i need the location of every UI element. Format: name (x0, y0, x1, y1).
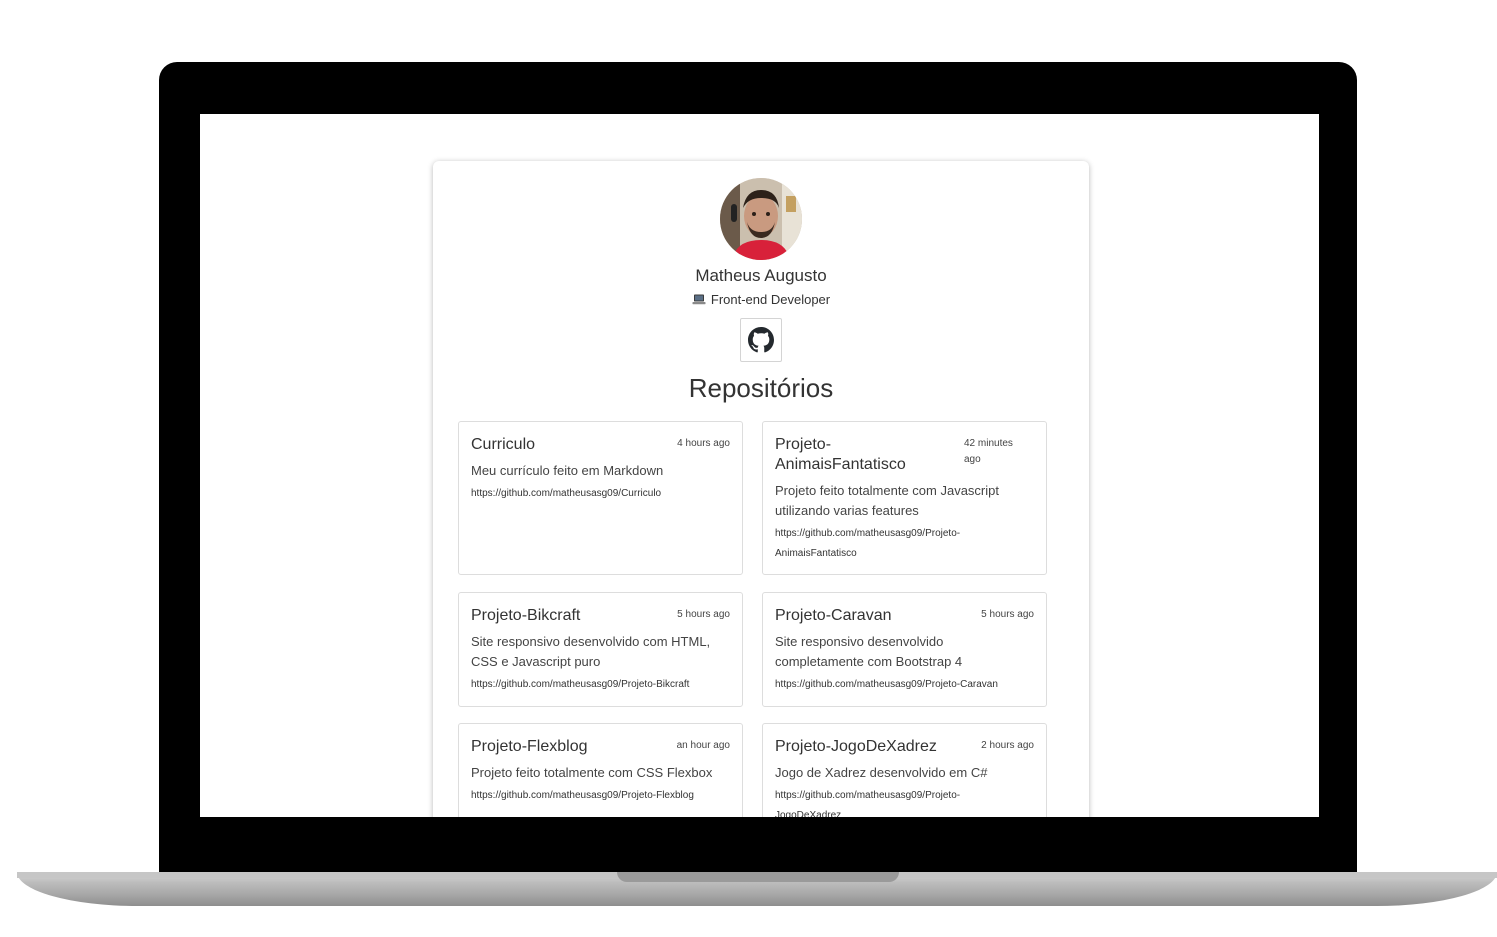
repo-description: Site responsivo desenvolvido completamen… (775, 634, 963, 669)
repo-card[interactable]: Projeto-Bikcraft 5 hours ago Site respon… (458, 592, 743, 707)
repo-updated-time: 42 minutes ago (964, 438, 1013, 465)
repo-title: Projeto-Caravan (775, 607, 892, 624)
repo-url[interactable]: https://github.com/matheusasg09/Projeto-… (775, 786, 975, 817)
laptop-mockup: Matheus Augusto Front-end Developer Repo… (0, 0, 1497, 937)
repo-updated-time: 5 hours ago (981, 609, 1034, 620)
repo-url[interactable]: https://github.com/matheusasg09/Curricul… (471, 484, 730, 504)
profile-role-text: Front-end Developer (710, 292, 831, 307)
repo-url[interactable]: https://github.com/matheusasg09/Projeto-… (471, 675, 730, 695)
repo-updated-time: 5 hours ago (677, 609, 730, 620)
github-profile-button[interactable] (740, 318, 782, 362)
repo-card[interactable]: Projeto-Caravan 5 hours ago Site respons… (762, 592, 1047, 707)
repo-description: Jogo de Xadrez desenvolvido em C# (775, 765, 988, 780)
repo-title: Projeto-AnimaisFantatisco (775, 436, 906, 473)
github-icon (748, 327, 774, 353)
repo-updated-time: 2 hours ago (981, 740, 1034, 751)
repo-card[interactable]: Projeto-Flexblog an hour ago Projeto fei… (458, 723, 743, 817)
repo-updated-time: an hour ago (676, 740, 730, 751)
repo-title: Projeto-Bikcraft (471, 607, 581, 624)
repos-section-title: Repositórios (688, 373, 834, 403)
repo-card[interactable]: Projeto-JogoDeXadrez 2 hours ago Jogo de… (762, 723, 1047, 817)
profile-role: Front-end Developer (433, 292, 1089, 307)
repo-description: Projeto feito totalmente com CSS Flexbox (471, 765, 713, 780)
repo-title: Projeto-Flexblog (471, 738, 588, 755)
profile-name: Matheus Augusto (695, 266, 827, 285)
repo-description: Meu currículo feito em Markdown (471, 463, 664, 478)
repo-card[interactable]: Projeto-AnimaisFantatisco 42 minutes ago… (762, 421, 1047, 575)
repo-url[interactable]: https://github.com/matheusasg09/Projeto-… (471, 786, 730, 806)
repo-description: Projeto feito totalmente com Javascript … (775, 483, 999, 518)
repo-url[interactable]: https://github.com/matheusasg09/Projeto-… (775, 675, 1034, 695)
laptop-icon (692, 293, 706, 305)
repo-url[interactable]: https://github.com/matheusasg09/Projeto-… (775, 524, 975, 564)
repo-description: Site responsivo desenvolvido com HTML, C… (471, 634, 711, 669)
avatar (720, 178, 802, 260)
repo-card[interactable]: Curriculo 4 hours ago Meu currículo feit… (458, 421, 743, 575)
laptop-notch (617, 872, 899, 882)
repo-title: Curriculo (471, 436, 536, 453)
laptop-screen: Matheus Augusto Front-end Developer Repo… (200, 114, 1319, 817)
repo-updated-time: 4 hours ago (677, 438, 730, 449)
repo-title: Projeto-JogoDeXadrez (775, 738, 937, 755)
profile-card: Matheus Augusto Front-end Developer Repo… (433, 161, 1089, 817)
